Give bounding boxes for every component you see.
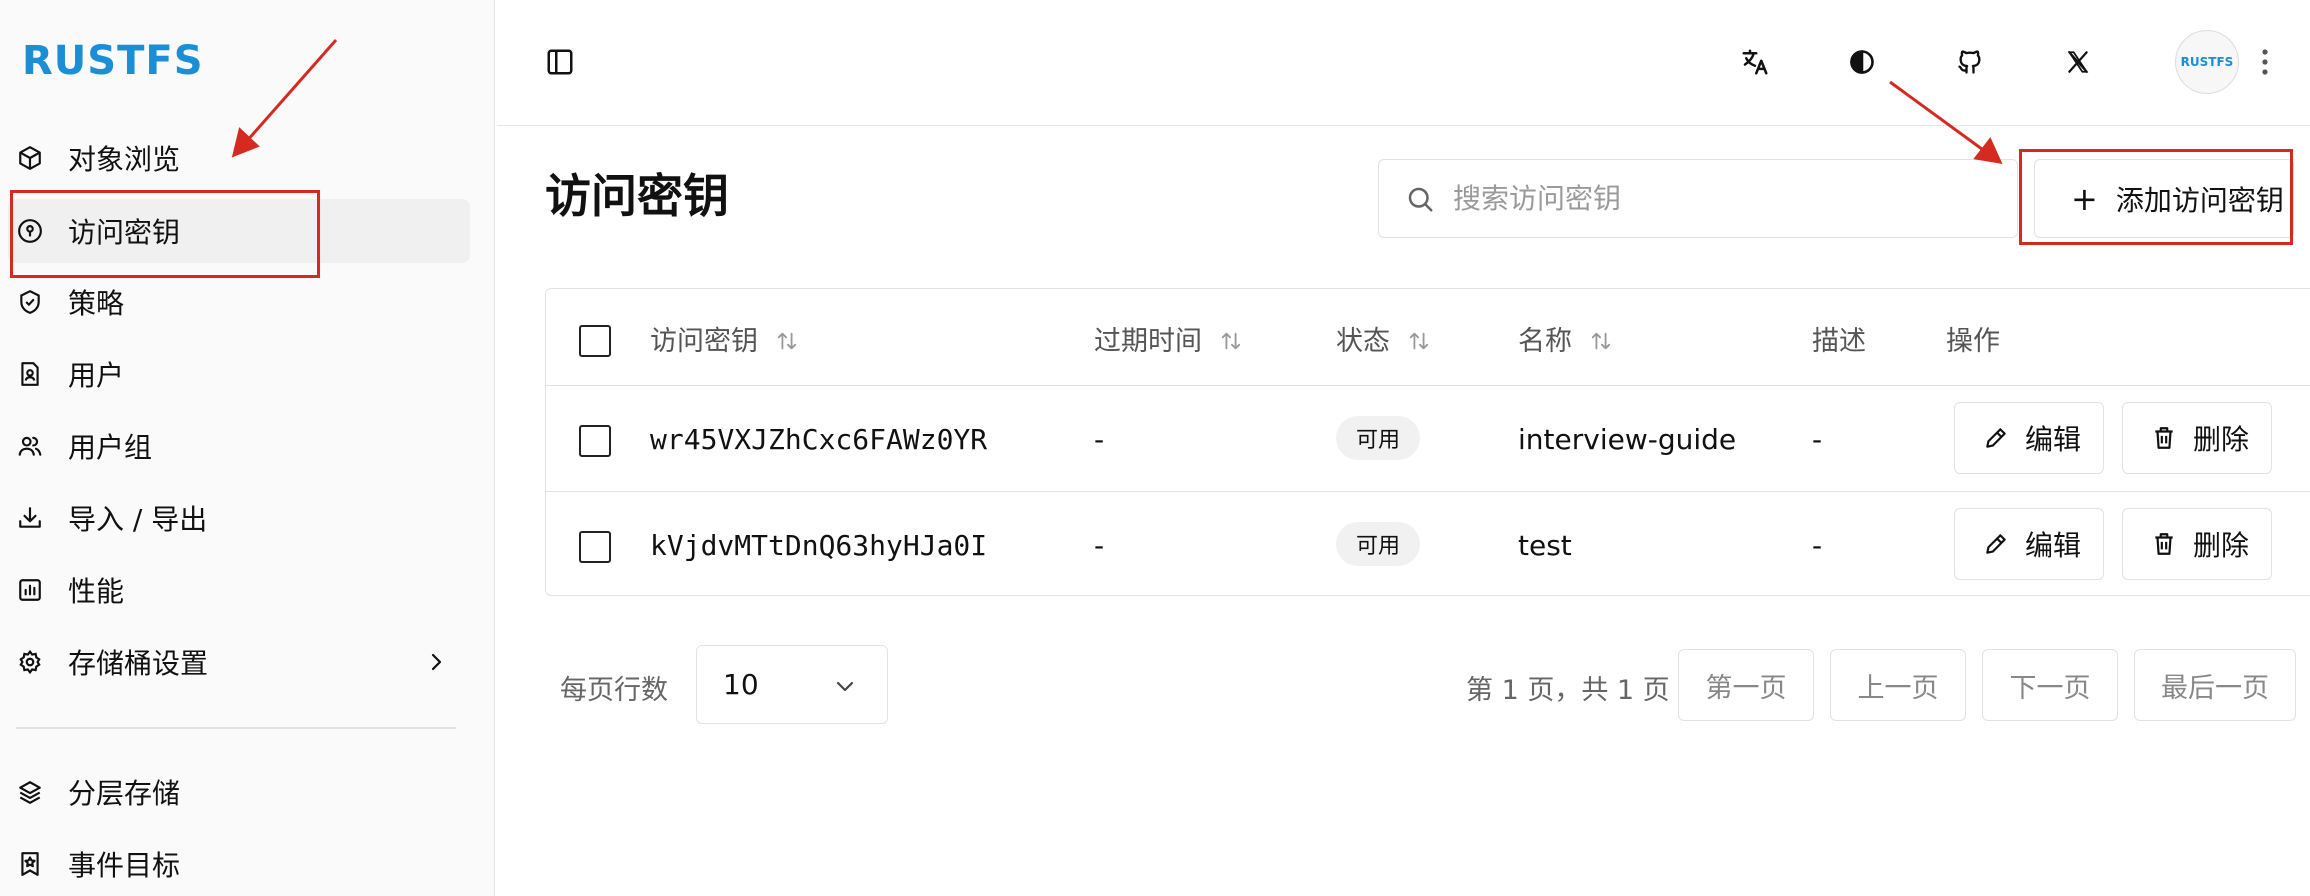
sidebar-item-label: 用户组: [68, 431, 153, 464]
column-header-label: 操作: [1946, 326, 2000, 357]
sort-icon: [776, 328, 798, 350]
search-input[interactable]: [1453, 182, 2013, 215]
expiry-cell: -: [1094, 529, 1105, 562]
page-title: 访问密钥: [545, 169, 729, 223]
status-badge: 可用: [1336, 522, 1421, 566]
column-header-label: 描述: [1812, 326, 1866, 357]
column-header-access-key[interactable]: 访问密钥: [650, 319, 798, 358]
rows-per-page-value: 10: [723, 668, 759, 701]
delete-button[interactable]: 删除: [2122, 508, 2272, 580]
chevron-down-icon: [833, 674, 857, 698]
page-info: 第 1 页，共 1 页: [1466, 675, 1670, 706]
sidebar-item-import-export[interactable]: 导入 / 导出: [8, 486, 470, 550]
rows-per-page-label: 每页行数: [560, 675, 668, 706]
box-icon: [16, 144, 44, 172]
name-cell: interview-guide: [1518, 423, 1737, 456]
sidebar-item-label: 性能: [68, 575, 125, 608]
sidebar-item-tiered-storage[interactable]: 分层存储: [8, 760, 470, 824]
row-checkbox[interactable]: [579, 531, 611, 563]
theme-toggle-icon[interactable]: [1844, 44, 1880, 80]
column-header-expiry[interactable]: 过期时间: [1094, 319, 1242, 358]
annotation-highlight-box: [10, 190, 320, 278]
table-header-row: 访问密钥 过期时间 状态 名称 描述 操作: [546, 289, 2310, 386]
column-header-name[interactable]: 名称: [1518, 319, 1612, 358]
sidebar-item-label: 策略: [68, 287, 125, 320]
status-badge: 可用: [1336, 416, 1421, 460]
sidebar-item-performance[interactable]: 性能: [8, 558, 470, 622]
edit-button[interactable]: 编辑: [1954, 402, 2104, 474]
sidebar-toggle-icon[interactable]: [542, 44, 578, 80]
download-icon: [16, 504, 44, 532]
more-vertical-icon[interactable]: [2260, 42, 2270, 82]
first-page-button[interactable]: 第一页: [1678, 649, 1814, 721]
table-row: wr45VXJZhCxc6FAWz0YR - 可用 interview-guid…: [546, 386, 2310, 492]
delete-label: 删除: [2193, 423, 2250, 456]
search-box[interactable]: [1378, 159, 2018, 238]
avatar[interactable]: RUSTFS: [2175, 30, 2239, 94]
expiry-cell: -: [1094, 423, 1105, 456]
column-header-label: 名称: [1518, 326, 1572, 357]
edit-button[interactable]: 编辑: [1954, 508, 2104, 580]
last-page-button[interactable]: 最后一页: [2134, 649, 2296, 721]
rustfs-logo[interactable]: RUSTFS: [22, 38, 204, 84]
x-twitter-icon[interactable]: [2060, 44, 2096, 80]
sidebar-item-label: 导入 / 导出: [68, 503, 208, 536]
column-header-label: 状态: [1336, 326, 1390, 357]
select-all-checkbox[interactable]: [579, 325, 611, 357]
github-icon[interactable]: [1952, 44, 1988, 80]
column-header-status[interactable]: 状态: [1336, 319, 1430, 358]
trash-icon: [2151, 531, 2177, 557]
bookmark-star-icon: [16, 850, 44, 878]
sort-icon: [1220, 328, 1242, 350]
next-page-button[interactable]: 下一页: [1982, 649, 2118, 721]
annotation-highlight-box: [2019, 149, 2293, 245]
shield-check-icon: [16, 288, 44, 316]
sidebar: RUSTFS 对象浏览 访问密钥 策略 用户 用户组 导入 / 导出 性能 存储…: [0, 0, 495, 896]
delete-label: 删除: [2193, 529, 2250, 562]
search-icon: [1405, 184, 1435, 214]
column-header-description: 描述: [1812, 319, 1866, 358]
chart-icon: [16, 576, 44, 604]
column-header-label: 访问密钥: [650, 326, 758, 357]
translate-icon[interactable]: [1737, 44, 1773, 80]
description-cell: -: [1812, 529, 1823, 562]
rows-per-page-select[interactable]: 10: [696, 645, 888, 724]
access-key-cell: kVjdvMTtDnQ63hyHJa0I: [650, 529, 988, 562]
gear-icon: [16, 648, 44, 676]
sort-icon: [1590, 328, 1612, 350]
column-header-actions: 操作: [1946, 319, 2000, 358]
sidebar-item-event-targets[interactable]: 事件目标: [8, 832, 470, 896]
sidebar-item-policies[interactable]: 策略: [8, 270, 470, 334]
layers-icon: [16, 778, 44, 806]
topbar: [497, 0, 2310, 126]
sidebar-item-user-groups[interactable]: 用户组: [8, 414, 470, 478]
edit-label: 编辑: [2025, 423, 2082, 456]
sort-icon: [1408, 328, 1430, 350]
sidebar-item-label: 分层存储: [68, 777, 181, 810]
sidebar-item-label: 用户: [68, 359, 125, 392]
sidebar-item-label: 事件目标: [68, 849, 181, 882]
sidebar-item-bucket-settings[interactable]: 存储桶设置: [8, 630, 470, 694]
users-icon: [16, 432, 44, 460]
sidebar-item-label: 存储桶设置: [68, 647, 209, 680]
user-badge-icon: [16, 360, 44, 388]
name-cell: test: [1518, 529, 1572, 562]
sidebar-divider: [16, 727, 456, 729]
pencil-icon: [1983, 425, 2009, 451]
column-header-label: 过期时间: [1094, 326, 1202, 357]
sidebar-item-object-browser[interactable]: 对象浏览: [8, 126, 470, 190]
pencil-icon: [1983, 531, 2009, 557]
edit-label: 编辑: [2025, 529, 2082, 562]
access-keys-table: 访问密钥 过期时间 状态 名称 描述 操作 wr45VXJZhCxc6FAWz0…: [545, 288, 2310, 596]
description-cell: -: [1812, 423, 1823, 456]
delete-button[interactable]: 删除: [2122, 402, 2272, 474]
trash-icon: [2151, 425, 2177, 451]
sidebar-item-label: 对象浏览: [68, 143, 181, 176]
sidebar-item-users[interactable]: 用户: [8, 342, 470, 406]
access-key-cell: wr45VXJZhCxc6FAWz0YR: [650, 423, 988, 456]
table-row: kVjdvMTtDnQ63hyHJa0I - 可用 test - 编辑 删除: [546, 492, 2310, 597]
chevron-right-icon: [424, 650, 448, 674]
prev-page-button[interactable]: 上一页: [1830, 649, 1966, 721]
row-checkbox[interactable]: [579, 425, 611, 457]
